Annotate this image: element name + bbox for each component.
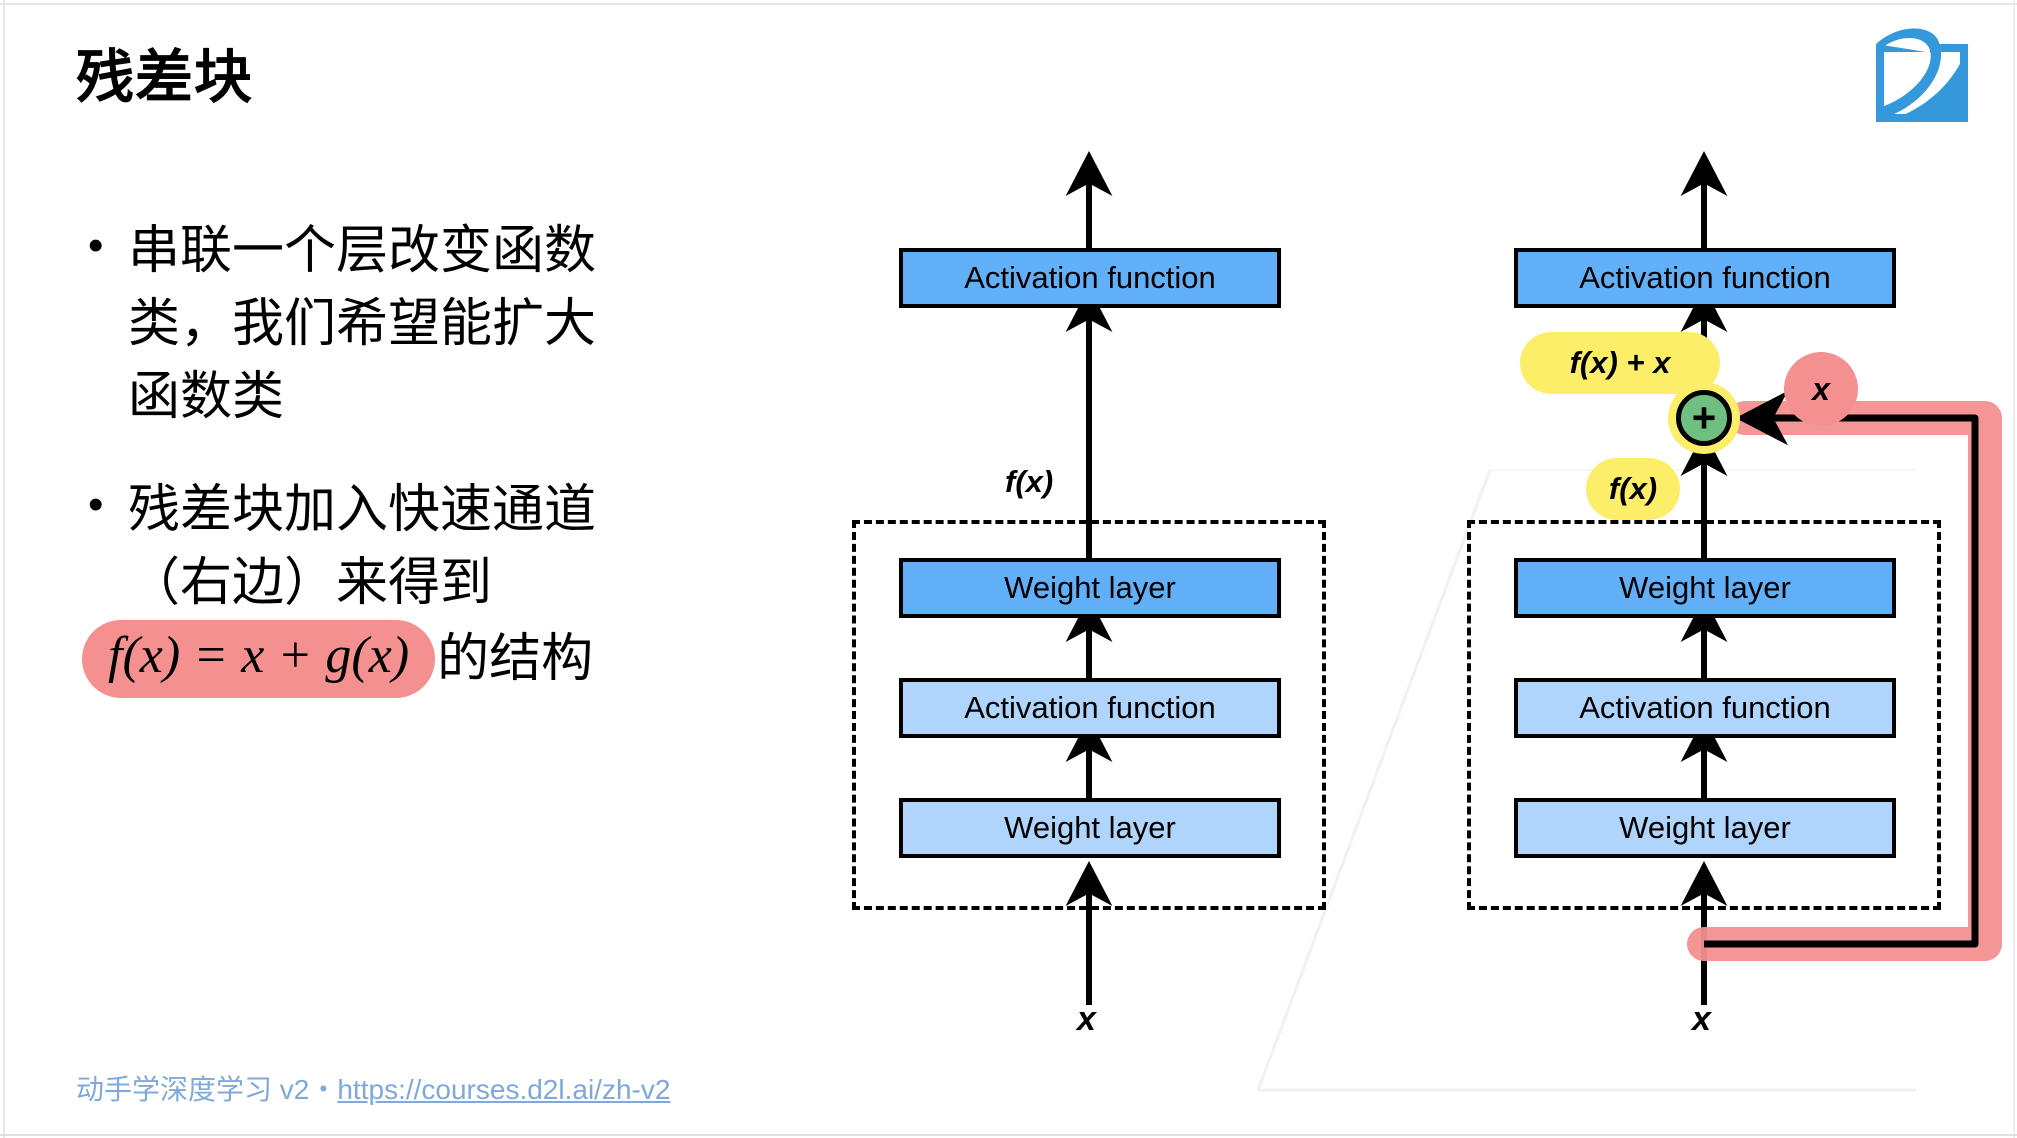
box-label: Activation function bbox=[964, 690, 1216, 725]
box-label: Weight layer bbox=[1619, 810, 1791, 845]
formula-tail-text: 的结构 bbox=[437, 630, 594, 688]
residual-add-node: + bbox=[1676, 390, 1732, 446]
bullet-line: 函数类 bbox=[128, 368, 285, 426]
plus-symbol: + bbox=[1691, 394, 1717, 441]
formula-row: f(x) = x + g(x) 的结构 bbox=[82, 620, 748, 698]
left-activation-mid-box: Activation function bbox=[899, 678, 1281, 738]
right-fx-label-highlight: f(x) bbox=[1586, 458, 1680, 520]
bullet-text: 残差块加入快速通道 （右边）来得到 f(x) = x + g(x) 的结构 bbox=[82, 474, 748, 698]
bullet-marker: • bbox=[88, 480, 104, 529]
right-sum-label: f(x) + x bbox=[1569, 345, 1671, 380]
right-weight-bottom-box: Weight layer bbox=[1514, 798, 1896, 858]
page-title: 残差块 bbox=[76, 45, 254, 110]
list-item: • 残差块加入快速通道 （右边）来得到 f(x) = x + g(x) 的结构 bbox=[82, 474, 788, 698]
right-fx-label: f(x) bbox=[1608, 471, 1658, 506]
shortcut-x-badge: x bbox=[1784, 352, 1858, 426]
slide-edge-bottom bbox=[0, 1134, 2017, 1136]
slide-edge-right bbox=[2013, 0, 2015, 1138]
d2l-logo-icon bbox=[1868, 22, 1978, 127]
shortcut-x-label: x bbox=[1812, 370, 1830, 407]
left-weight-bottom-box: Weight layer bbox=[899, 798, 1281, 858]
right-weight-top-box: Weight layer bbox=[1514, 558, 1896, 618]
residual-formula-highlight: f(x) = x + g(x) bbox=[82, 620, 436, 698]
left-activation-top-box: Activation function bbox=[899, 248, 1281, 308]
left-weight-top-box: Weight layer bbox=[899, 558, 1281, 618]
bullet-line: 串联一个层改变函数 bbox=[128, 222, 597, 280]
left-input-label: x bbox=[1077, 1000, 1096, 1038]
right-activation-top-box: Activation function bbox=[1514, 248, 1896, 308]
bullet-line: 类，我们希望能扩大 bbox=[128, 295, 597, 353]
right-input-label: x bbox=[1692, 1000, 1711, 1038]
slide-edge-left bbox=[3, 0, 5, 1138]
bullet-line: 残差块加入快速通道 bbox=[128, 481, 597, 539]
left-fx-label: f(x) bbox=[1005, 464, 1054, 499]
slide-edge-top bbox=[0, 3, 2017, 5]
right-activation-mid-box: Activation function bbox=[1514, 678, 1896, 738]
right-sum-label-highlight: f(x) + x bbox=[1520, 332, 1720, 394]
box-label: Activation function bbox=[1579, 260, 1831, 295]
box-label: Weight layer bbox=[1619, 570, 1791, 605]
bullet-line: （右边）来得到 bbox=[128, 554, 493, 612]
bullet-text: 串联一个层改变函数 类，我们希望能扩大 函数类 bbox=[128, 215, 748, 434]
footer-link[interactable]: https://courses.d2l.ai/zh-v2 bbox=[337, 1074, 670, 1105]
list-item: • 串联一个层改变函数 类，我们希望能扩大 函数类 bbox=[88, 215, 788, 434]
footer-text: 动手学深度学习 v2・ bbox=[76, 1074, 338, 1105]
bullet-marker: • bbox=[88, 221, 104, 270]
box-label: Weight layer bbox=[1004, 570, 1176, 605]
slide-canvas: 残差块 • 串联一个层改变函数 类，我们希望能扩大 函数类 • 残差块加入快速通… bbox=[0, 0, 2017, 1138]
bullet-list: • 串联一个层改变函数 类，我们希望能扩大 函数类 • 残差块加入快速通道 （右… bbox=[82, 215, 788, 738]
box-label: Activation function bbox=[1579, 690, 1831, 725]
footer: 动手学深度学习 v2・https://courses.d2l.ai/zh-v2 bbox=[76, 1068, 670, 1108]
box-label: Weight layer bbox=[1004, 810, 1176, 845]
box-label: Activation function bbox=[964, 260, 1216, 295]
